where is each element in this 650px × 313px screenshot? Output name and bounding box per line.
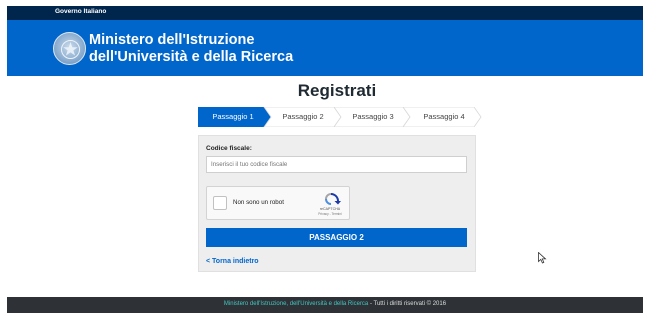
step-4: Passaggio 4 bbox=[409, 107, 479, 127]
page-title: Registrati bbox=[297, 81, 377, 100]
recaptcha-privacy-links[interactable]: Privacy - Termini bbox=[313, 212, 347, 216]
ministry-name-line1: Ministero dell'Istruzione bbox=[89, 32, 255, 48]
footer-rights: - Tutti i diritti riservati © 2016 bbox=[368, 301, 447, 307]
site-header: Ministero dell'Istruzione dell'Universit… bbox=[7, 20, 643, 76]
ministry-name-line2: dell'Università e della Ricerca bbox=[89, 49, 294, 65]
step-3-label: Passaggio 3 bbox=[352, 112, 394, 121]
recaptcha-widget: Non sono un robot reCAPTCHA Privacy - Te… bbox=[206, 186, 350, 220]
step-1: Passaggio 1 bbox=[198, 107, 268, 127]
government-label[interactable]: Governo Italiano bbox=[55, 8, 106, 15]
step-2-label: Passaggio 2 bbox=[282, 112, 324, 121]
recaptcha-label: Non sono un robot bbox=[233, 199, 284, 206]
window-edge bbox=[0, 0, 7, 313]
back-link[interactable]: < Torna indietro bbox=[206, 258, 259, 265]
ministry-name[interactable]: Ministero dell'Istruzione dell'Universit… bbox=[89, 32, 293, 66]
step-1-label: Passaggio 1 bbox=[212, 112, 254, 121]
captcha-logo-icon bbox=[321, 192, 341, 206]
recaptcha-brand: reCAPTCHA bbox=[319, 207, 341, 211]
government-bar: Governo Italiano bbox=[7, 6, 643, 20]
codice-fiscale-input[interactable] bbox=[206, 156, 467, 173]
site-footer: Ministero dell'Istruzione, dell'Universi… bbox=[7, 297, 643, 313]
mouse-cursor-icon bbox=[538, 251, 547, 269]
next-step-button[interactable]: PASSAGGIO 2 bbox=[206, 228, 467, 247]
step-3: Passaggio 3 bbox=[339, 107, 407, 127]
step-2: Passaggio 2 bbox=[270, 107, 336, 127]
emblem-icon[interactable] bbox=[53, 32, 86, 65]
registration-form: Codice fiscale: Non sono un robot reCAPT… bbox=[198, 135, 476, 272]
footer-copyright: Ministero dell'Istruzione, dell'Universi… bbox=[7, 301, 643, 307]
browser-viewport: Governo Italiano Ministero dell'Istruzio… bbox=[7, 6, 643, 313]
codice-fiscale-label: Codice fiscale: bbox=[206, 145, 252, 152]
recaptcha-checkbox[interactable] bbox=[213, 196, 227, 210]
footer-ministry-link[interactable]: Ministero dell'Istruzione, dell'Universi… bbox=[224, 301, 368, 307]
step-4-label: Passaggio 4 bbox=[423, 112, 465, 121]
